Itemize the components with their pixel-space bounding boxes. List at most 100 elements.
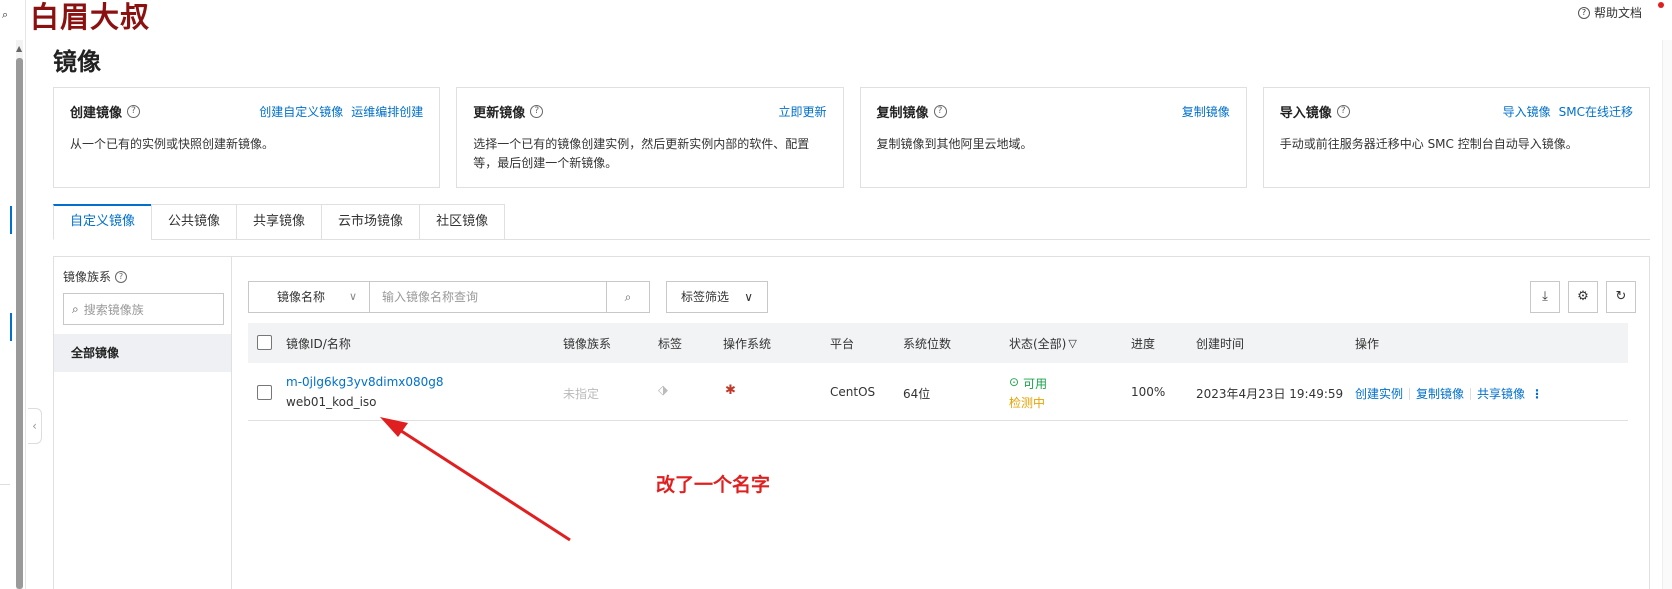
tag-icon[interactable]: ⬗ <box>658 383 668 398</box>
header-id-name: 镜像ID/名称 <box>286 337 351 351</box>
import-image-link[interactable]: 导入镜像 <box>1503 103 1551 120</box>
smc-migration-link[interactable]: SMC在线迁移 <box>1559 103 1633 120</box>
create-instance-link[interactable]: 创建实例 <box>1355 385 1403 402</box>
help-icon[interactable]: ? <box>530 105 544 118</box>
help-icon[interactable]: ? <box>127 105 141 118</box>
row-checkbox[interactable] <box>257 385 272 400</box>
page-title: 镜像 <box>53 48 101 76</box>
tab-public-images[interactable]: 公共镜像 <box>151 204 237 240</box>
filter-icon[interactable]: ▽ <box>1068 337 1076 350</box>
image-table: 镜像ID/名称 镜像族系 标签 操作系统 平台 系统位数 状态(全部) ▽ 进度… <box>248 323 1628 421</box>
left-navigation-strip: ⌕ ▲ <box>0 0 26 589</box>
help-docs-link[interactable]: ? 帮助文档 <box>1577 4 1642 21</box>
update-now-link[interactable]: 立即更新 <box>778 103 826 120</box>
card-update-image: 更新镜像? 立即更新 选择一个已有的镜像创建实例，然后更新实例内部的软件、配置等… <box>456 87 844 188</box>
tag-filter-label: 标签筛选 <box>681 290 730 304</box>
image-family: 未指定 <box>563 387 600 401</box>
card-description: 复制镜像到其他阿里云地域。 <box>876 137 1033 151</box>
chevron-down-icon: ∨ <box>744 290 753 304</box>
collapse-sidebar-button[interactable]: ‹ <box>28 408 42 444</box>
header-status[interactable]: 状态(全部) ▽ <box>1009 335 1077 352</box>
header-actions: 操作 <box>1355 337 1380 351</box>
header-progress: 进度 <box>1131 337 1156 351</box>
tag-filter-button[interactable]: 标签筛选 ∨ <box>666 281 768 313</box>
nav-indicator <box>10 313 12 341</box>
table-row: m-0jlg6kg3yv8dimx080g8 web01_kod_iso 未指定… <box>248 363 1628 421</box>
table-header: 镜像ID/名称 镜像族系 标签 操作系统 平台 系统位数 状态(全部) ▽ 进度… <box>248 323 1628 363</box>
gear-icon: ⚙ <box>1577 289 1589 304</box>
annotation-text: 改了一个名字 <box>656 474 771 496</box>
notification-dot <box>1658 2 1664 8</box>
image-list-panel: 镜像族系 ? ⌕ 搜索镜像族 全部镜像 镜像名称 ∨ ⌕ 标签筛选 ∨ ⤓ ⚙ … <box>53 256 1650 589</box>
card-title: 复制镜像 <box>876 106 929 121</box>
header-family: 镜像族系 <box>563 337 612 351</box>
card-description: 选择一个已有的镜像创建实例，然后更新实例内部的软件、配置等，最后创建一个新镜像。 <box>473 137 810 170</box>
card-create-image: 创建镜像? 创建自定义镜像 运维编排创建 从一个已有的实例或快照创建新镜像。 <box>53 87 441 188</box>
image-name-search-input[interactable] <box>370 282 607 312</box>
help-icon[interactable]: ? <box>115 270 128 283</box>
refresh-icon: ↻ <box>1615 289 1627 304</box>
header-os: 操作系统 <box>723 337 772 351</box>
tab-marketplace-images[interactable]: 云市场镜像 <box>321 204 420 240</box>
search-field-label: 镜像名称 <box>277 290 326 304</box>
header-status-label: 状态(全部) <box>1009 337 1067 351</box>
family-title: 镜像族系 <box>63 270 112 284</box>
check-circle-icon: ⊙ <box>1009 375 1020 389</box>
refresh-button[interactable]: ↻ <box>1606 281 1636 313</box>
tab-community-images[interactable]: 社区镜像 <box>419 204 506 240</box>
download-button[interactable]: ⤓ <box>1530 281 1560 313</box>
watermark-logo: 白眉大叔 <box>30 0 151 34</box>
action-cards: 创建镜像? 创建自定义镜像 运维编排创建 从一个已有的实例或快照创建新镜像。 更… <box>53 87 1650 188</box>
share-image-link[interactable]: 共享镜像 <box>1477 385 1525 402</box>
search-icon: ⌕ <box>72 301 79 316</box>
divider <box>1470 387 1472 400</box>
divider <box>0 484 10 485</box>
image-family-panel: 镜像族系 ? ⌕ 搜索镜像族 全部镜像 <box>54 257 232 589</box>
help-docs-label: 帮助文档 <box>1593 6 1642 20</box>
header-tag: 标签 <box>658 337 683 351</box>
card-description: 手动或前往服务器迁移中心 SMC 控制台自动导入镜像。 <box>1279 137 1578 151</box>
image-platform: CentOS <box>830 385 876 399</box>
download-icon: ⤓ <box>1542 289 1548 304</box>
status-text: 可用 <box>1023 377 1048 391</box>
help-icon[interactable]: ? <box>933 105 947 118</box>
card-import-image: 导入镜像? 导入镜像 SMC在线迁移 手动或前往服务器迁移中心 SMC 控制台自… <box>1262 87 1650 188</box>
more-actions-icon[interactable]: ⋮ <box>1531 387 1543 401</box>
image-type-tabs: 自定义镜像 公共镜像 共享镜像 云市场镜像 社区镜像 <box>53 204 1650 240</box>
left-scrollbar-thumb[interactable] <box>16 58 23 589</box>
image-id-link[interactable]: m-0jlg6kg3yv8dimx080g8 <box>286 375 444 389</box>
card-title: 导入镜像 <box>1279 106 1332 121</box>
row-actions: 创建实例 复制镜像 共享镜像 ⋮ <box>1355 385 1543 402</box>
settings-button[interactable]: ⚙ <box>1568 281 1598 313</box>
chevron-down-icon: ∨ <box>348 290 357 303</box>
family-item-all[interactable]: 全部镜像 <box>54 334 231 372</box>
image-name: web01_kod_iso <box>286 395 377 409</box>
family-search-input[interactable]: ⌕ 搜索镜像族 <box>63 293 224 325</box>
image-created-time: 2023年4月23日 19:49:59 <box>1196 387 1344 401</box>
copy-image-link[interactable]: 复制镜像 <box>1182 103 1230 120</box>
family-search-placeholder: 搜索镜像族 <box>83 302 144 317</box>
header-created: 创建时间 <box>1196 337 1245 351</box>
right-scrollbar[interactable] <box>1662 40 1672 589</box>
header-platform: 平台 <box>830 337 855 351</box>
ops-orchestration-create-link[interactable]: 运维编排创建 <box>351 103 423 120</box>
copy-image-link[interactable]: 复制镜像 <box>1416 385 1464 402</box>
help-icon[interactable]: ? <box>1336 105 1350 118</box>
check-status-text: 检测中 <box>1009 396 1046 410</box>
select-all-checkbox[interactable] <box>257 335 272 350</box>
table-toolbar: 镜像名称 ∨ ⌕ 标签筛选 ∨ ⤓ ⚙ ↻ <box>248 281 1636 313</box>
card-title: 创建镜像 <box>70 106 123 121</box>
search-field-select[interactable]: 镜像名称 ∨ <box>249 282 370 312</box>
search-icon[interactable]: ⌕ <box>2 8 8 22</box>
centos-logo-icon: ✱ <box>725 383 736 398</box>
scroll-up-icon[interactable]: ▲ <box>16 44 22 53</box>
card-title: 更新镜像 <box>473 106 526 121</box>
search-button[interactable]: ⌕ <box>607 282 649 312</box>
nav-indicator <box>10 206 12 234</box>
header-bits: 系统位数 <box>903 337 952 351</box>
tab-custom-images[interactable]: 自定义镜像 <box>53 204 152 240</box>
image-bits: 64位 <box>903 387 931 401</box>
image-progress: 100% <box>1131 385 1166 399</box>
create-custom-image-link[interactable]: 创建自定义镜像 <box>259 103 343 120</box>
tab-shared-images[interactable]: 共享镜像 <box>236 204 322 240</box>
